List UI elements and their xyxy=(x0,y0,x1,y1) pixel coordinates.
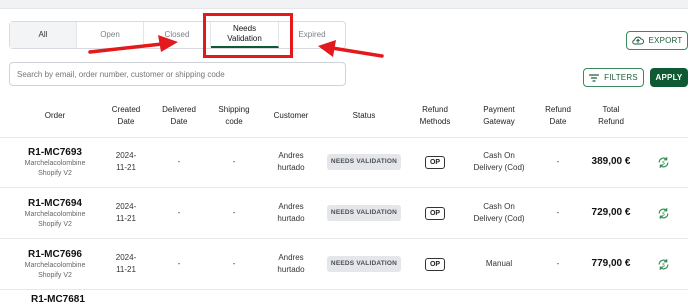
refund-cycle-icon: $ xyxy=(658,207,668,219)
order-number[interactable]: R1-MC7696 xyxy=(28,248,82,261)
col-customer: Customer xyxy=(273,111,309,120)
refund-action-button[interactable]: $ xyxy=(652,137,674,187)
customer-name: Andres hurtado xyxy=(277,202,305,223)
tab-all[interactable]: All xyxy=(10,22,77,48)
tab-expired[interactable]: Expired xyxy=(279,22,345,48)
refund-cycle-icon: $ xyxy=(658,156,668,168)
tab-open[interactable]: Open xyxy=(77,22,144,48)
apply-button[interactable]: APPLY xyxy=(650,68,688,87)
delivered-date: - xyxy=(177,259,181,268)
refund-action-button[interactable]: $ xyxy=(652,188,674,238)
refund-date: - xyxy=(556,208,560,217)
col-delivered-date: Delivered Date xyxy=(162,105,196,126)
refund-method-badge: OP xyxy=(424,155,446,169)
shipping-code: - xyxy=(232,208,236,217)
table-header: Order Created Date Delivered Date Shippi… xyxy=(0,95,688,138)
created-date: 2024-11-21 xyxy=(115,202,137,223)
filters-label: FILTERS xyxy=(604,73,638,82)
refund-method-cell: OP xyxy=(410,188,460,238)
tab-needs-validation[interactable]: Needs Validation xyxy=(211,22,279,48)
shop-name: Marchelacolombine Shopify V2 xyxy=(24,159,86,177)
order-cell: R1-MC7693 Marchelacolombine Shopify V2 xyxy=(10,137,100,187)
refund-method-badge: OP xyxy=(424,206,446,220)
refund-method-cell: OP xyxy=(410,137,460,187)
col-status: Status xyxy=(352,111,376,120)
shop-name: Marchelacolombine Shopify V2 xyxy=(24,261,86,279)
col-shipping-code: Shipping code xyxy=(218,105,250,126)
status-badge: NEEDS VALIDATION xyxy=(326,205,402,221)
refund-date: - xyxy=(556,157,560,166)
status-cell: NEEDS VALIDATION xyxy=(325,137,403,187)
order-number[interactable]: R1-MC7681 xyxy=(31,294,85,305)
shipping-code: - xyxy=(232,259,236,268)
delivered-date: - xyxy=(177,157,181,166)
total-refund: 779,00 € xyxy=(591,258,631,269)
delivered-date: - xyxy=(177,208,181,217)
cloud-upload-icon xyxy=(631,36,644,45)
refund-cycle-icon: $ xyxy=(658,258,668,270)
col-refund-date: Refund Date xyxy=(545,105,571,126)
status-badge: NEEDS VALIDATION xyxy=(326,256,402,272)
svg-text:$: $ xyxy=(661,160,664,166)
refund-action-button[interactable]: $ xyxy=(652,239,674,289)
payment-gateway: Manual xyxy=(485,259,513,268)
created-date: 2024-11-21 xyxy=(115,253,137,274)
status-cell: NEEDS VALIDATION xyxy=(325,188,403,238)
table-row[interactable]: R1-MC7694 Marchelacolombine Shopify V2 2… xyxy=(0,188,688,239)
shipping-code: - xyxy=(232,157,236,166)
order-number[interactable]: R1-MC7694 xyxy=(28,197,82,210)
svg-text:$: $ xyxy=(661,211,664,217)
status-cell: NEEDS VALIDATION xyxy=(325,239,403,289)
col-created-date: Created Date xyxy=(111,105,141,126)
tab-closed[interactable]: Closed xyxy=(144,22,211,48)
filter-lines-icon xyxy=(589,73,600,82)
status-badge: NEEDS VALIDATION xyxy=(326,154,402,170)
svg-text:$: $ xyxy=(661,262,664,268)
table-row[interactable]: R1-MC7693 Marchelacolombine Shopify V2 2… xyxy=(0,137,688,188)
total-refund: 389,00 € xyxy=(591,156,631,167)
top-bar xyxy=(0,0,688,9)
order-cell: R1-MC7694 Marchelacolombine Shopify V2 xyxy=(10,188,100,238)
total-refund: 729,00 € xyxy=(591,207,631,218)
export-button[interactable]: EXPORT xyxy=(626,31,688,50)
col-total-refund: Total Refund xyxy=(598,105,624,126)
table-row[interactable]: R1-MC7696 Marchelacolombine Shopify V2 2… xyxy=(0,239,688,290)
shop-name: Marchelacolombine Shopify V2 xyxy=(24,210,86,228)
order-cell: R1-MC7696 Marchelacolombine Shopify V2 xyxy=(10,239,100,289)
customer-name: Andres hurtado xyxy=(277,253,305,274)
col-order: Order xyxy=(44,111,66,120)
payment-gateway: Cash On Delivery (Cod) xyxy=(473,202,525,223)
search-input[interactable] xyxy=(9,62,346,86)
refund-method-badge: OP xyxy=(424,257,446,271)
filters-button[interactable]: FILTERS xyxy=(583,68,644,87)
created-date: 2024-11-21 xyxy=(115,151,137,172)
refund-date: - xyxy=(556,259,560,268)
order-number[interactable]: R1-MC7693 xyxy=(28,146,82,159)
col-refund-methods: Refund Methods xyxy=(419,105,451,126)
col-payment-gateway: Payment Gateway xyxy=(483,105,515,126)
payment-gateway: Cash On Delivery (Cod) xyxy=(473,151,525,172)
customer-name: Andres hurtado xyxy=(277,151,305,172)
export-label: EXPORT xyxy=(648,36,683,45)
refund-method-cell: OP xyxy=(410,239,460,289)
status-tabs: All Open Closed Needs Validation Expired xyxy=(9,21,346,49)
